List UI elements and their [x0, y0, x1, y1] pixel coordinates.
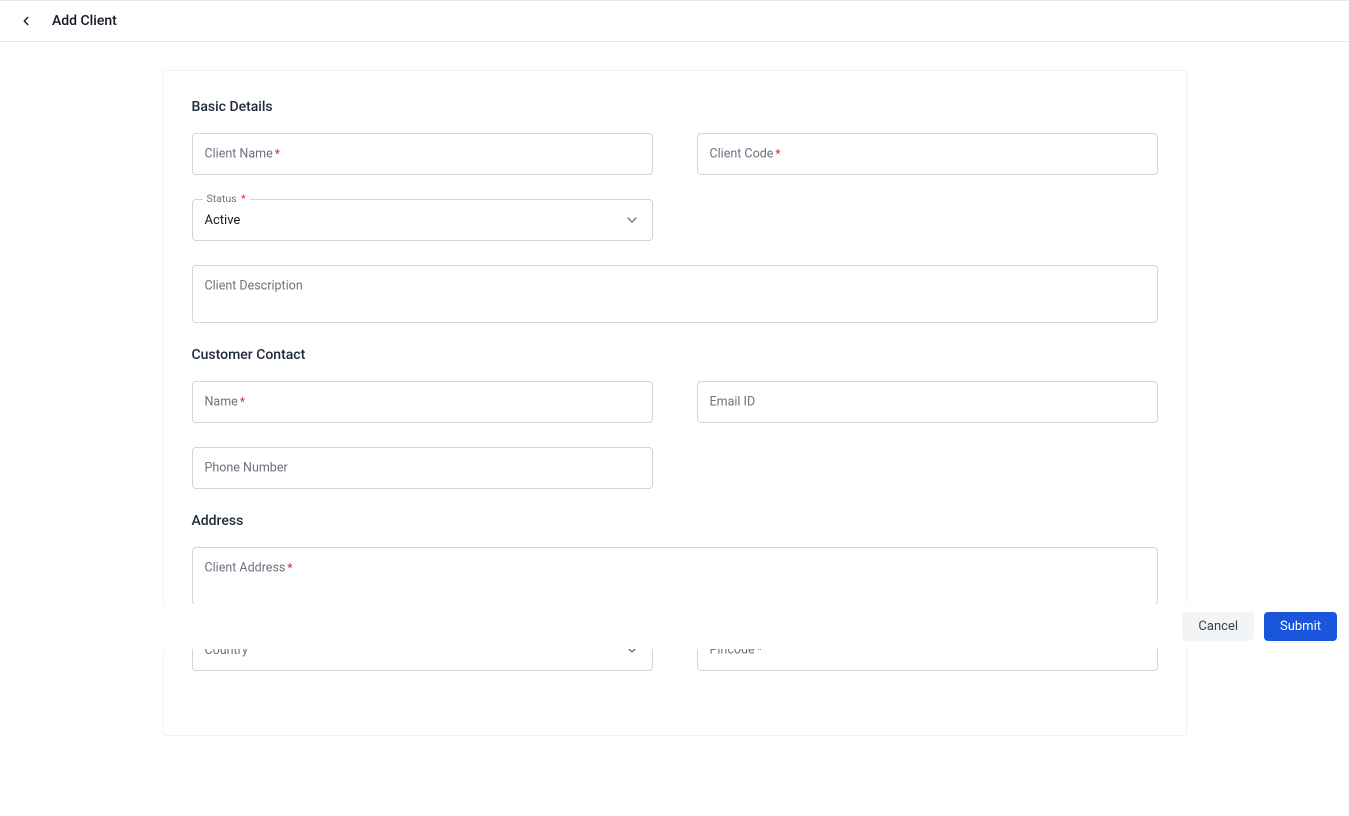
section-title-basic: Basic Details	[164, 99, 1186, 115]
client-description-field[interactable]: Client Description	[192, 265, 1158, 323]
page-title: Add Client	[52, 13, 117, 29]
submit-button[interactable]: Submit	[1264, 612, 1337, 641]
page-header: Add Client	[0, 0, 1349, 42]
contact-name-field[interactable]: Name*	[192, 381, 653, 423]
client-address-input[interactable]	[205, 566, 1145, 581]
client-name-input[interactable]	[205, 147, 640, 162]
section-title-contact: Customer Contact	[164, 347, 1186, 363]
email-field[interactable]: Email ID	[697, 381, 1158, 423]
chevron-down-icon	[624, 212, 640, 228]
client-description-input[interactable]	[205, 284, 1145, 299]
phone-input[interactable]	[205, 461, 640, 476]
client-code-field[interactable]: Client Code*	[697, 133, 1158, 175]
client-code-input[interactable]	[710, 147, 1145, 162]
client-address-field[interactable]: Client Address*	[192, 547, 1158, 605]
status-value: Active	[205, 213, 241, 228]
contact-name-input[interactable]	[205, 395, 640, 410]
status-float-label: Status *	[203, 192, 250, 205]
status-select[interactable]: Status * Active	[192, 199, 653, 241]
cancel-button[interactable]: Cancel	[1182, 612, 1254, 641]
section-title-address: Address	[164, 513, 1186, 529]
phone-field[interactable]: Phone Number	[192, 447, 653, 489]
footer-actions: Cancel Submit	[0, 604, 1349, 649]
email-input[interactable]	[710, 395, 1145, 410]
back-icon[interactable]	[16, 11, 36, 31]
client-name-field[interactable]: Client Name*	[192, 133, 653, 175]
